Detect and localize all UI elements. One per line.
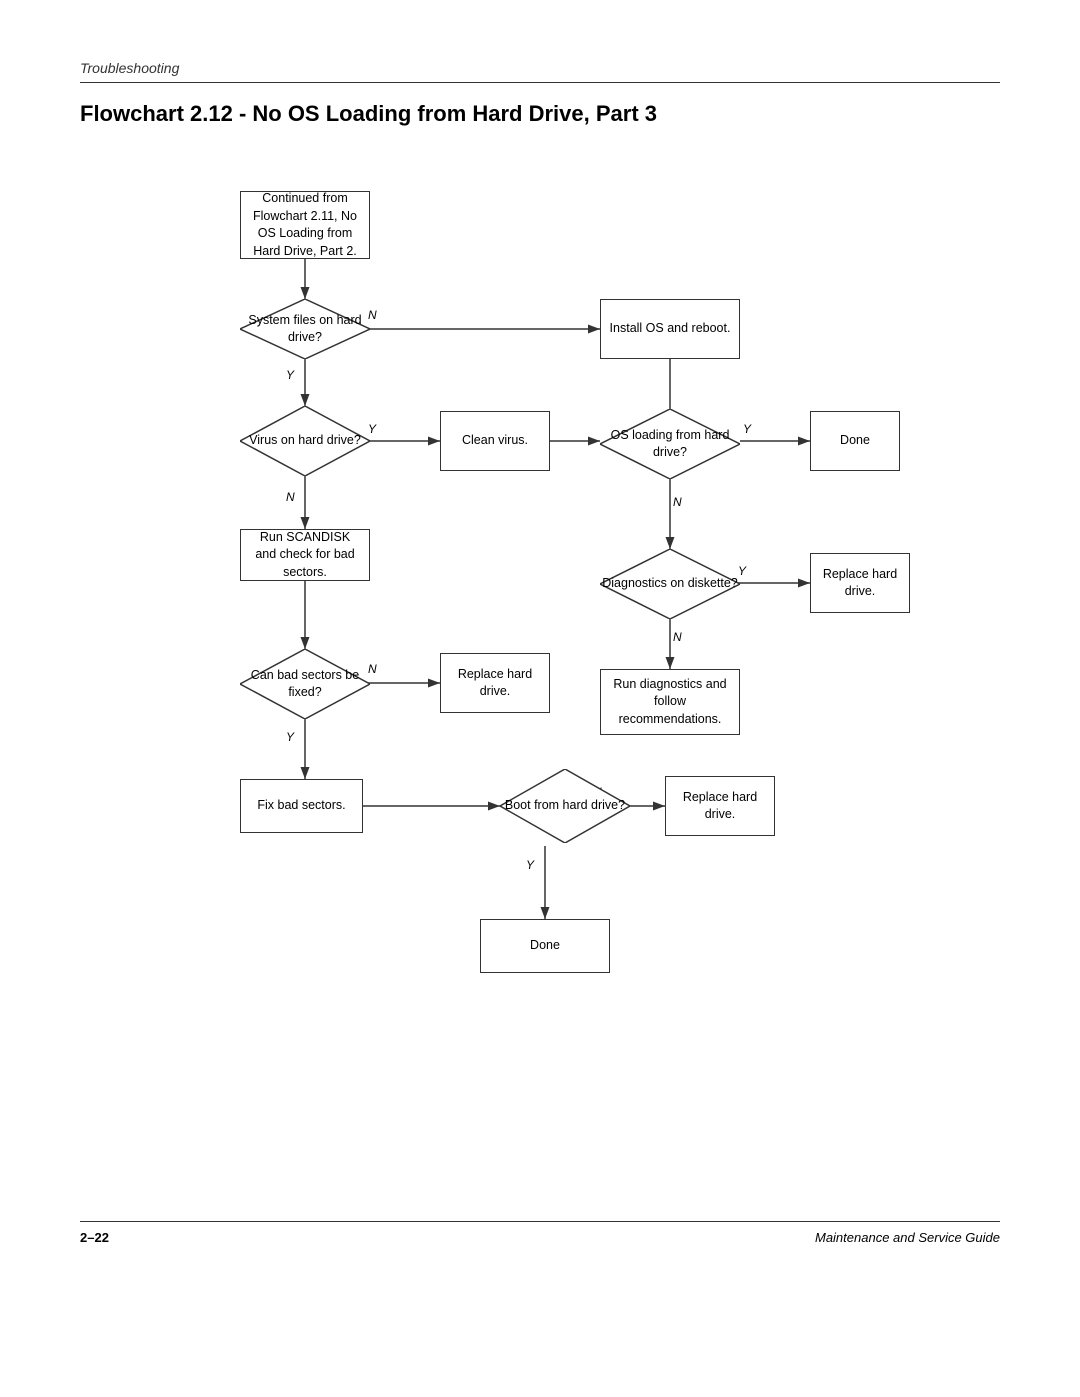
done2-box: Done <box>480 919 610 973</box>
diamond-virus: Virus on hard drive? <box>240 406 370 476</box>
install-os-box: Install OS and reboot. <box>600 299 740 359</box>
svg-text:N: N <box>286 490 295 504</box>
page: Troubleshooting Flowchart 2.12 - No OS L… <box>0 0 1080 1397</box>
svg-text:Y: Y <box>526 858 535 872</box>
svg-text:Y: Y <box>286 730 295 744</box>
footer: 2–22 Maintenance and Service Guide <box>80 1221 1000 1245</box>
run-diag-box: Run diagnostics and follow recommendatio… <box>600 669 740 735</box>
diamond-system-files: System files on hard drive? <box>240 299 370 359</box>
replace3-box: Replace hard drive. <box>665 776 775 836</box>
section-label: Troubleshooting <box>80 60 179 76</box>
diamond-diagnostics: Diagnostics on diskette? <box>600 549 740 619</box>
footer-guide-title: Maintenance and Service Guide <box>815 1230 1000 1245</box>
header: Troubleshooting <box>80 60 1000 83</box>
clean-virus-box: Clean virus. <box>440 411 550 471</box>
run-scandisk-box: Run SCANDISK and check for bad sectors. <box>240 529 370 581</box>
svg-text:Y: Y <box>286 368 295 382</box>
replace1-box: Replace hard drive. <box>810 553 910 613</box>
page-title: Flowchart 2.12 - No OS Loading from Hard… <box>80 101 1000 127</box>
done1-box: Done <box>810 411 900 471</box>
diamond-os-loading: OS loading from hard drive? <box>600 409 740 479</box>
svg-text:Y: Y <box>743 422 752 436</box>
diamond-bad-sectors: Can bad sectors be fixed? <box>240 649 370 719</box>
svg-text:N: N <box>673 630 682 644</box>
svg-text:N: N <box>673 495 682 509</box>
replace2-box: Replace hard drive. <box>440 653 550 713</box>
start-box: Continued from Flowchart 2.11, No OS Loa… <box>240 191 370 259</box>
diamond-boot: Boot from hard drive? <box>500 769 630 843</box>
footer-page-number: 2–22 <box>80 1230 109 1245</box>
flowchart: N Y Y N Y N Y <box>110 151 970 1201</box>
fix-bad-box: Fix bad sectors. <box>240 779 363 833</box>
